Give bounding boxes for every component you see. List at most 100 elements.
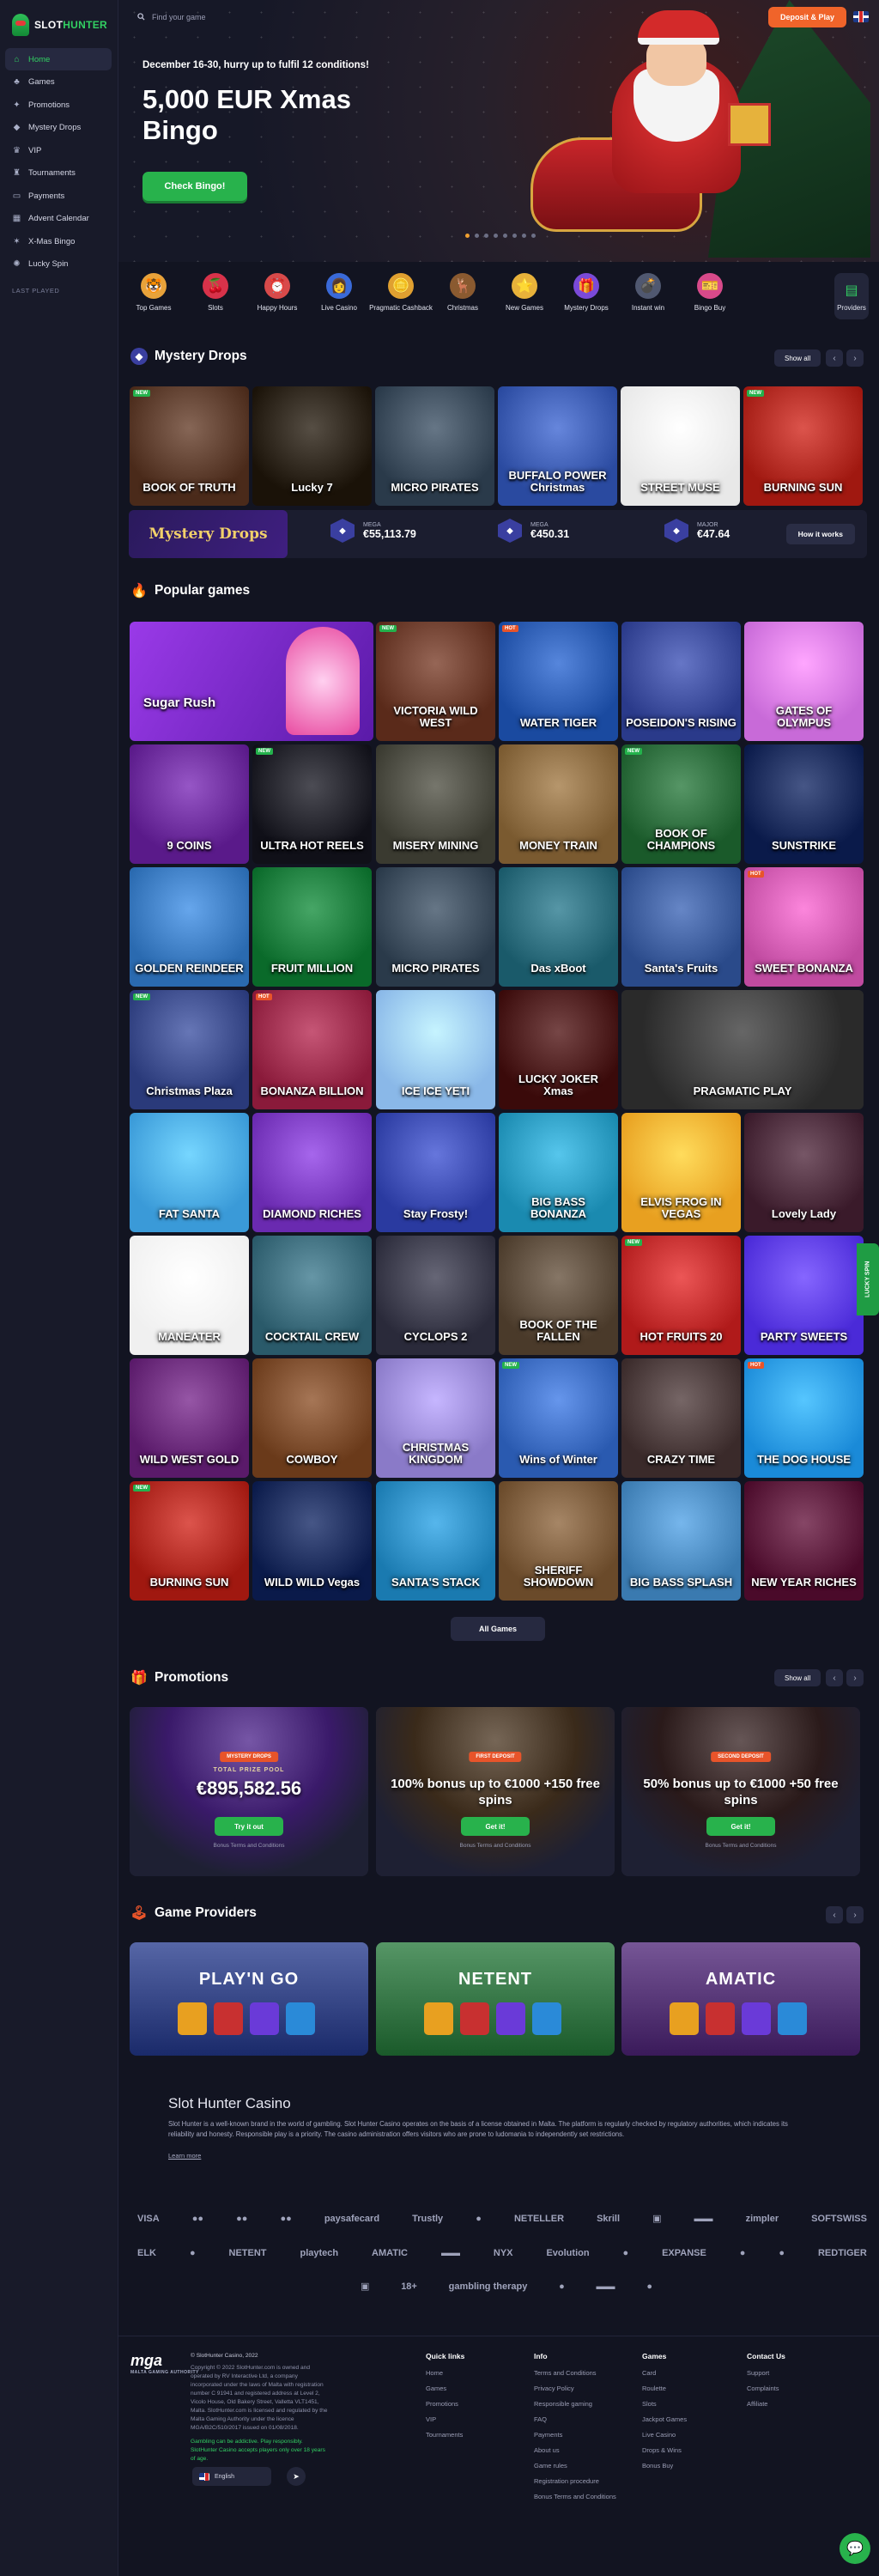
category-christmas[interactable]: 🦌 Christmas bbox=[433, 273, 493, 312]
game-tile[interactable]: VICTORIA WILD WEST NEW bbox=[376, 622, 495, 741]
footer-link[interactable]: Home bbox=[426, 2369, 464, 2377]
chevron-right-icon[interactable]: › bbox=[846, 349, 864, 367]
carousel-dot[interactable] bbox=[484, 234, 488, 238]
hero-banner[interactable]: December 16-30, hurry up to fulfil 12 co… bbox=[118, 0, 879, 262]
sidebar-item-home[interactable]: ⌂ Home bbox=[5, 48, 112, 70]
provider-card[interactable]: NETENT bbox=[376, 1942, 615, 2056]
game-tile[interactable]: WILD WEST GOLD bbox=[130, 1358, 249, 1478]
carousel-dot[interactable] bbox=[494, 234, 498, 238]
footer-link[interactable]: Bonus Terms and Conditions bbox=[534, 2493, 616, 2500]
promo-cta-button[interactable]: Get it! bbox=[706, 1817, 775, 1836]
game-tile[interactable]: MISERY MINING bbox=[376, 744, 495, 864]
game-tile[interactable]: Christmas Plaza NEW bbox=[130, 990, 249, 1109]
chevron-left-icon[interactable]: ‹ bbox=[826, 1906, 843, 1923]
featured-game-tile[interactable]: Sugar Rush bbox=[130, 622, 373, 741]
category-mystery-drops[interactable]: 🎁 Mystery Drops bbox=[556, 273, 616, 312]
category-live-casino[interactable]: 👩 Live Casino bbox=[309, 273, 369, 312]
game-tile[interactable]: Santa's Fruits bbox=[621, 867, 741, 987]
game-tile[interactable]: Lucky 7 bbox=[252, 386, 372, 506]
category-top-games[interactable]: 🐯 Top Games bbox=[124, 273, 184, 312]
learn-more-link[interactable]: Learn more bbox=[168, 2152, 803, 2160]
game-tile[interactable]: BUFFALO POWER Christmas bbox=[498, 386, 617, 506]
brand-logo[interactable]: SLOTHUNTER bbox=[12, 14, 107, 36]
providers-dropdown[interactable]: ▤ Providers bbox=[834, 273, 869, 319]
how-it-works-button[interactable]: How it works bbox=[785, 524, 855, 544]
game-tile[interactable]: 9 COINS bbox=[130, 744, 249, 864]
sidebar-item-payments[interactable]: ▭ Payments bbox=[5, 185, 112, 207]
chevron-left-icon[interactable]: ‹ bbox=[826, 349, 843, 367]
carousel-dot[interactable] bbox=[475, 234, 479, 238]
game-tile[interactable]: SWEET BONANZA HOT bbox=[744, 867, 864, 987]
footer-link[interactable]: Terms and Conditions bbox=[534, 2369, 616, 2377]
category-pragmatic-cashback[interactable]: 🪙 Pragmatic Cashback bbox=[369, 273, 433, 312]
sidebar-item-vip[interactable]: ♛ VIP bbox=[5, 139, 112, 161]
promo-card[interactable]: FIRST DEPOSIT 100% bonus up to €1000 +150… bbox=[376, 1707, 615, 1876]
game-tile[interactable]: MONEY TRAIN bbox=[499, 744, 618, 864]
category-new-games[interactable]: ⭐ New Games bbox=[494, 273, 555, 312]
provider-card[interactable]: AMATIC bbox=[621, 1942, 860, 2056]
category-bingo-buy[interactable]: 🎫 Bingo Buy bbox=[680, 273, 740, 312]
game-tile[interactable]: LUCKY JOKER Xmas bbox=[499, 990, 618, 1109]
game-tile[interactable]: NEW YEAR RICHES bbox=[744, 1481, 864, 1601]
promo-terms-link[interactable]: Bonus Terms and Conditions bbox=[376, 1843, 615, 1849]
footer-link[interactable]: Registration procedure bbox=[534, 2477, 616, 2485]
search-input[interactable]: Find your game bbox=[129, 8, 292, 27]
sidebar-item-advent-calendar[interactable]: ▦ Advent Calendar bbox=[5, 208, 112, 230]
game-tile[interactable]: PRAGMATIC PLAY bbox=[621, 990, 864, 1109]
footer-link[interactable]: Slots bbox=[642, 2400, 687, 2408]
footer-link[interactable]: Jackpot Games bbox=[642, 2415, 687, 2423]
carousel-dot[interactable] bbox=[522, 234, 526, 238]
game-tile[interactable]: MICRO PIRATES bbox=[375, 386, 494, 506]
footer-link[interactable]: About us bbox=[534, 2446, 616, 2454]
game-tile[interactable]: HOT FRUITS 20 NEW bbox=[621, 1236, 741, 1355]
promo-cta-button[interactable]: Get it! bbox=[461, 1817, 530, 1836]
sidebar-item-games[interactable]: ♣ Games bbox=[5, 71, 112, 94]
carousel-dot[interactable] bbox=[503, 234, 507, 238]
game-tile[interactable]: PARTY SWEETS bbox=[744, 1236, 864, 1355]
game-tile[interactable]: ELVIS FROG IN VEGAS bbox=[621, 1113, 741, 1232]
game-tile[interactable]: MANEATER bbox=[130, 1236, 249, 1355]
game-tile[interactable]: GATES OF OLYMPUS bbox=[744, 622, 864, 741]
game-tile[interactable]: FRUIT MILLION bbox=[252, 867, 372, 987]
deposit-play-button[interactable]: Deposit & Play bbox=[767, 7, 846, 27]
game-tile[interactable]: WATER TIGER HOT bbox=[499, 622, 618, 741]
sidebar-item-x-mas-bingo[interactable]: ✶ X-Mas Bingo bbox=[5, 230, 112, 252]
game-tile[interactable]: SHERIFF SHOWDOWN bbox=[499, 1481, 618, 1601]
footer-link[interactable]: FAQ bbox=[534, 2415, 616, 2423]
footer-link[interactable]: Card bbox=[642, 2369, 687, 2377]
game-tile[interactable]: THE DOG HOUSE HOT bbox=[744, 1358, 864, 1478]
game-tile[interactable]: BOOK OF TRUTH NEW bbox=[130, 386, 249, 506]
promo-cta-button[interactable]: Try it out bbox=[215, 1817, 283, 1836]
game-tile[interactable]: BOOK OF CHAMPIONS NEW bbox=[621, 744, 741, 864]
game-tile[interactable]: Das xBoot bbox=[499, 867, 618, 987]
game-tile[interactable]: COCKTAIL CREW bbox=[252, 1236, 372, 1355]
all-games-button[interactable]: All Games bbox=[451, 1617, 545, 1641]
footer-link[interactable]: Complaints bbox=[747, 2385, 785, 2392]
promotions-show-all-button[interactable]: Show all bbox=[774, 1669, 821, 1686]
game-tile[interactable]: SANTA'S STACK bbox=[376, 1481, 495, 1601]
game-tile[interactable]: FAT SANTA bbox=[130, 1113, 249, 1232]
footer-link[interactable]: Live Casino bbox=[642, 2431, 687, 2439]
provider-card[interactable]: PLAY'N GO bbox=[130, 1942, 368, 2056]
game-tile[interactable]: BIG BASS BONANZA bbox=[499, 1113, 618, 1232]
footer-link[interactable]: Drops & Wins bbox=[642, 2446, 687, 2454]
footer-link[interactable]: Game rules bbox=[534, 2462, 616, 2470]
footer-link[interactable]: Games bbox=[426, 2385, 464, 2392]
promo-card[interactable]: SECOND DEPOSIT 50% bonus up to €1000 +50 … bbox=[621, 1707, 860, 1876]
footer-link[interactable]: Support bbox=[747, 2369, 785, 2377]
game-tile[interactable]: MICRO PIRATES bbox=[376, 867, 495, 987]
lucky-spin-tab[interactable]: LUCKY SPIN bbox=[857, 1243, 879, 1315]
game-tile[interactable]: STREET MUSE bbox=[621, 386, 740, 506]
game-tile[interactable]: CHRISTMAS KINGDOM bbox=[376, 1358, 495, 1478]
footer-link[interactable]: Bonus Buy bbox=[642, 2462, 687, 2470]
game-tile[interactable]: BIG BASS SPLASH bbox=[621, 1481, 741, 1601]
category-slots[interactable]: 🍒 Slots bbox=[185, 273, 246, 312]
footer-link[interactable]: Roulette bbox=[642, 2385, 687, 2392]
game-tile[interactable]: BONANZA BILLION HOT bbox=[252, 990, 372, 1109]
telegram-icon[interactable]: ➤ bbox=[287, 2467, 306, 2486]
game-tile[interactable]: Lovely Lady bbox=[744, 1113, 864, 1232]
game-tile[interactable]: BURNING SUN NEW bbox=[130, 1481, 249, 1601]
chevron-right-icon[interactable]: › bbox=[846, 1669, 864, 1686]
chevron-left-icon[interactable]: ‹ bbox=[826, 1669, 843, 1686]
sidebar-item-tournaments[interactable]: ♜ Tournaments bbox=[5, 162, 112, 185]
